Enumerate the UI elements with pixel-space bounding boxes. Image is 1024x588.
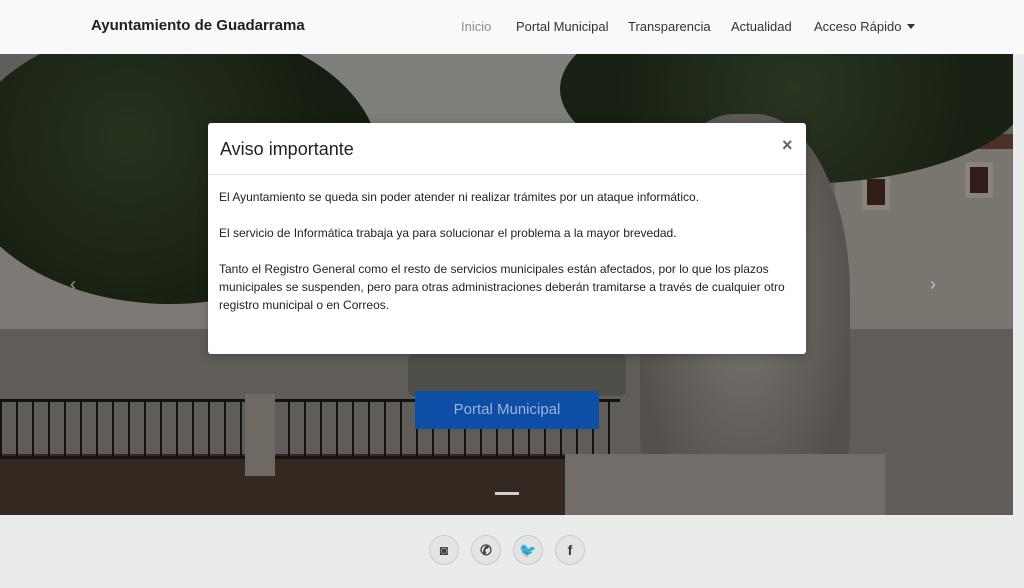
social-bar: ◙ ✆ 🐦 f	[0, 515, 1024, 588]
instagram-icon[interactable]: ◙	[429, 535, 459, 565]
close-icon[interactable]: ×	[782, 135, 793, 156]
modal-title: Aviso importante	[220, 139, 354, 159]
nav-item-actualidad[interactable]: Actualidad	[731, 19, 792, 34]
carousel-prev-icon[interactable]: ‹	[70, 274, 76, 295]
whatsapp-icon[interactable]: ✆	[471, 535, 501, 565]
carousel-next-icon[interactable]: ›	[930, 274, 936, 295]
facebook-icon[interactable]: f	[555, 535, 585, 565]
nav-item-acceso-rapido-label: Acceso Rápido	[814, 19, 902, 34]
nav-item-portal-municipal[interactable]: Portal Municipal	[516, 19, 609, 34]
modal-paragraph: El servicio de Informática trabaja ya pa…	[219, 226, 677, 240]
modal-body: El Ayuntamiento se queda sin poder atend…	[219, 188, 795, 332]
nav-item-acceso-rapido[interactable]: Acceso Rápido	[814, 19, 916, 34]
modal-header: Aviso importante ×	[208, 123, 806, 175]
nav-item-transparencia[interactable]: Transparencia	[628, 19, 711, 34]
site-brand[interactable]: Ayuntamiento de Guadarrama	[91, 17, 305, 34]
carousel-indicator-active[interactable]	[495, 492, 519, 495]
caret-down-icon	[907, 24, 916, 29]
twitter-icon[interactable]: 🐦	[513, 535, 543, 565]
portal-municipal-button[interactable]: Portal Municipal	[415, 391, 599, 429]
modal-paragraph: El Ayuntamiento se queda sin poder atend…	[219, 190, 700, 204]
nav-item-inicio[interactable]: Inicio	[461, 19, 491, 34]
top-navbar: Ayuntamiento de Guadarrama Inicio Portal…	[0, 0, 1024, 54]
important-notice-modal: Aviso importante × El Ayuntamiento se qu…	[208, 123, 806, 354]
modal-paragraph: Tanto el Registro General como el resto …	[219, 262, 785, 312]
